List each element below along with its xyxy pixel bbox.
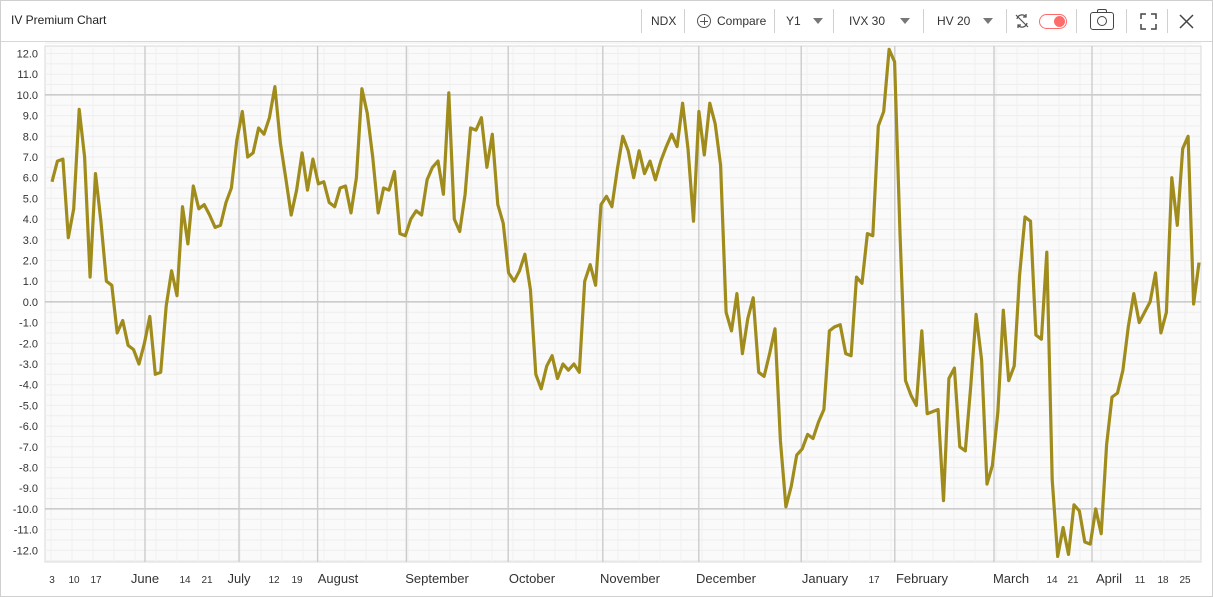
x-tick-label: 25 (1179, 575, 1191, 586)
chart-toolbar: IV Premium Chart NDX Compare Y1 IVX 30 H… (1, 1, 1212, 42)
y-tick-label: -10.0 (13, 504, 38, 516)
toolbar-separator (1076, 9, 1077, 33)
x-tick-label: June (131, 571, 159, 586)
toolbar-separator (1126, 9, 1127, 33)
iv-measure-dropdown[interactable]: IVX 30 (849, 1, 911, 41)
y-tick-label: 3.0 (23, 235, 38, 247)
y-tick-label: -9.0 (19, 483, 38, 495)
swap-icon (1015, 14, 1029, 28)
y-tick-label: 2.0 (23, 256, 38, 268)
x-tick-label: March (993, 571, 1029, 586)
add-circle-icon (697, 14, 711, 28)
hv-measure-dropdown[interactable]: HV 20 (937, 1, 994, 41)
y-tick-label: -3.0 (19, 359, 38, 371)
x-tick-label: 21 (1067, 575, 1079, 586)
x-tick-label: 21 (201, 575, 213, 586)
toggle-track (1039, 13, 1067, 29)
y-tick-label: 11.0 (17, 69, 38, 81)
toolbar-separator (1167, 9, 1168, 33)
plot-area (44, 45, 1202, 563)
close-button[interactable] (1179, 1, 1194, 41)
x-tick-label: 3 (49, 575, 55, 586)
toolbar-separator (684, 9, 685, 33)
toggle-switch[interactable] (1039, 1, 1067, 41)
x-axis-ticks: 3 10 17 June 14 21 July 12 19 August September Octo… (49, 571, 1191, 586)
x-tick-label: 14 (1046, 575, 1058, 586)
y-tick-label: -12.0 (13, 545, 38, 557)
y-tick-label: -1.0 (19, 318, 38, 330)
x-tick-label: August (318, 571, 359, 586)
period-dropdown[interactable]: Y1 (786, 1, 823, 41)
x-tick-label: 12 (268, 575, 280, 586)
y-tick-label: -11.0 (14, 525, 38, 537)
iv-measure-value: IVX 30 (849, 14, 886, 28)
ticker-label: NDX (651, 14, 677, 28)
toolbar-separator (923, 9, 924, 33)
x-tick-label: 18 (1157, 575, 1169, 586)
x-tick-label: July (227, 571, 251, 586)
y-tick-label: -2.0 (19, 338, 38, 350)
compare-label: Compare (717, 14, 767, 28)
ticker-button[interactable]: NDX (651, 1, 676, 41)
y-tick-label: 1.0 (23, 276, 38, 288)
y-tick-label: 4.0 (23, 214, 38, 226)
fullscreen-button[interactable] (1140, 1, 1157, 41)
close-icon (1179, 13, 1194, 29)
toolbar-separator (774, 9, 775, 33)
chevron-down-icon (812, 18, 823, 24)
y-tick-label: 7.0 (23, 152, 38, 164)
hv-measure-value: HV 20 (937, 14, 971, 28)
x-tick-label: 17 (90, 575, 102, 586)
y-tick-label: -4.0 (19, 380, 38, 392)
y-tick-label: -8.0 (19, 463, 38, 475)
y-tick-label: 5.0 (23, 193, 38, 205)
x-tick-label: December (696, 571, 757, 586)
chart-panel: IV Premium Chart NDX Compare Y1 IVX 30 H… (0, 0, 1213, 597)
y-tick-label: 8.0 (23, 131, 38, 143)
y-tick-label: 6.0 (23, 173, 38, 185)
fullscreen-icon (1140, 12, 1157, 30)
x-tick-label: 14 (179, 575, 191, 586)
period-value: Y1 (786, 14, 801, 28)
toolbar-separator (1006, 9, 1007, 33)
toggle-knob (1054, 15, 1065, 27)
y-axis-ticks: 12.0 11.0 10.0 9.0 8.0 7.0 6.0 5.0 4.0 3.0 2.0 1.0 0… (13, 49, 38, 558)
y-tick-label: 0.0 (23, 297, 38, 309)
x-tick-label: 17 (868, 575, 880, 586)
y-tick-label: 12.0 (17, 49, 38, 61)
x-tick-label: January (802, 571, 849, 586)
toolbar-separator (641, 9, 642, 33)
y-tick-label: -7.0 (19, 442, 38, 454)
swap-button[interactable] (1014, 1, 1030, 41)
chevron-down-icon (900, 18, 911, 24)
x-tick-label: February (896, 571, 949, 586)
iv-premium-chart: 12.0 11.0 10.0 9.0 8.0 7.0 6.0 5.0 4.0 3.0 2.0 1.0 0… (13, 42, 1202, 586)
x-tick-label: 11 (1135, 575, 1146, 586)
chevron-down-icon (983, 18, 994, 24)
x-tick-label: 10 (68, 575, 80, 586)
y-tick-label: 9.0 (23, 111, 38, 123)
y-tick-label: -6.0 (19, 421, 38, 433)
x-tick-label: October (509, 571, 556, 586)
x-tick-label: April (1096, 571, 1122, 586)
x-tick-label: 19 (291, 575, 303, 586)
x-tick-label: November (600, 571, 661, 586)
y-tick-label: 10.0 (17, 90, 38, 102)
toolbar-separator (833, 9, 834, 33)
y-tick-label: -5.0 (19, 400, 38, 412)
chart-title: IV Premium Chart (11, 13, 107, 27)
snapshot-button[interactable] (1090, 1, 1114, 41)
camera-icon (1090, 9, 1114, 30)
x-tick-label: September (405, 571, 469, 586)
compare-button[interactable]: Compare (697, 1, 766, 41)
